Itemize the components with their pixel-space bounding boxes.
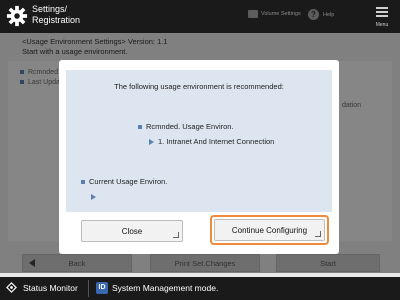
help-label: Help [323,11,335,18]
arrow-icon [149,139,154,146]
title-line-1: Settings/ [32,4,68,14]
recommended-heading: Rcmnded. Usage Environ. [138,122,234,131]
divider [88,280,89,297]
corner-mark-icon [173,232,179,238]
volume-settings-label: Volume Settings [261,11,301,17]
menu-label: Menu [375,22,389,28]
recommended-item: 1. Intranet And Internet Connection [149,137,274,146]
status-bar: Status Monitor ID System Management mode… [0,277,400,300]
corner-mark-icon [315,231,321,237]
current-item [91,192,100,201]
title-line-2: Registration [32,15,81,25]
menu-button[interactable]: Menu [368,4,396,30]
arrow-icon [91,194,96,201]
status-monitor-button[interactable]: Status Monitor [23,283,78,293]
status-monitor-icon[interactable] [6,282,17,293]
current-heading: Current Usage Environ. [81,177,167,186]
close-button[interactable]: Close [81,220,183,242]
hamburger-icon [376,7,388,9]
volume-settings-button[interactable]: Volume Settings [248,10,301,18]
continue-configuring-button[interactable]: Continue Configuring [214,219,325,241]
gear-icon [6,5,28,27]
id-badge: ID [96,282,108,294]
mode-text: System Management mode. [112,283,219,293]
page-title: Settings/ Registration [32,4,142,26]
question-icon: ? [308,9,319,20]
help-button[interactable]: ? Help [308,9,334,20]
speaker-icon [248,10,258,18]
dialog-message: The following usage environment is recom… [114,82,284,91]
